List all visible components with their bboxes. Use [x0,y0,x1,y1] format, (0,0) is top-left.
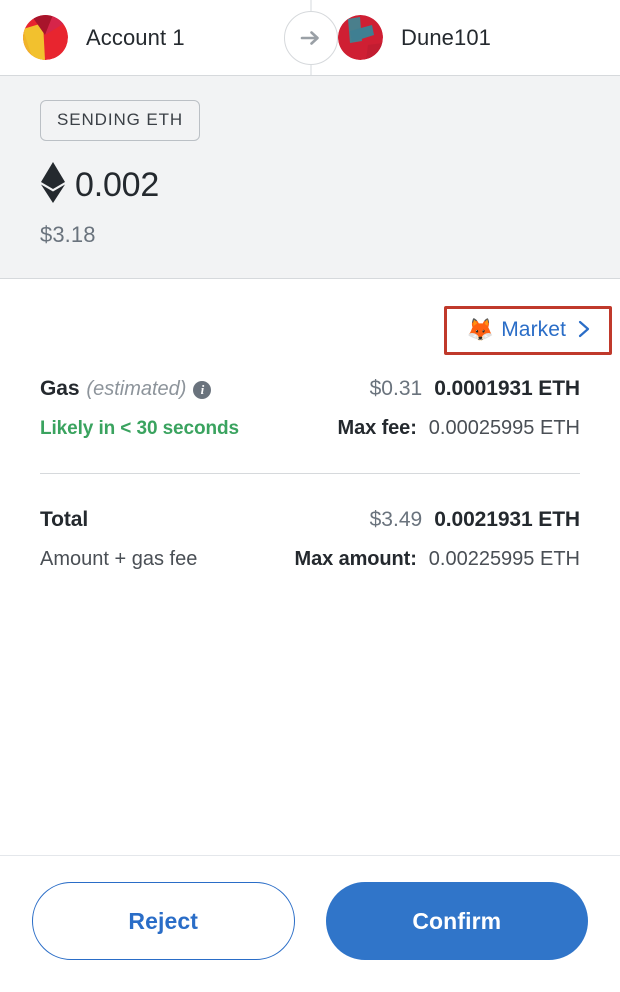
chevron-right-icon [577,319,591,342]
total-eth: 0.0021931 ETH [434,508,580,531]
amount-row: 0.002 [40,162,620,208]
max-fee-group: Max fee: 0.00025995 ETH [338,417,580,440]
gas-label: Gas [40,377,80,400]
send-amount-fiat: $3.18 [40,222,96,247]
sending-summary-panel: SENDING ETH 0.002 $3.18 [0,76,620,279]
max-fee-value: 0.00025995 ETH [428,417,580,439]
gas-eth: 0.0001931 ETH [434,377,580,400]
gas-secondary-row: Likely in < 30 seconds Max fee: 0.000259… [40,417,580,440]
connector-line-top [310,0,312,11]
market-row: 🦊 Market [0,279,620,355]
reject-button[interactable]: Reject [32,882,295,960]
info-icon[interactable]: i [193,381,212,399]
arrow-right-icon [284,11,338,65]
gas-primary-row: Gas (estimated) i $0.31 0.0001931 ETH [40,377,580,401]
transaction-confirmation-screen: Account 1 Dune101 SENDING ETH 0.002 $3.1… [0,0,620,992]
recipient-account-name: Dune101 [401,24,491,50]
recipient-account[interactable]: Dune101 [338,15,491,60]
total-primary-row: Total $3.49 0.0021931 ETH [40,508,580,532]
gas-block: Gas (estimated) i $0.31 0.0001931 ETH Li… [40,355,580,440]
connector-line-bottom [310,65,312,76]
total-secondary-row: Amount + gas fee Max amount: 0.00225995 … [40,548,580,571]
max-amount-value: 0.00225995 ETH [428,548,580,570]
total-fiat: $3.49 [369,508,423,531]
ethereum-diamond-icon [40,162,66,208]
total-label: Total [40,508,89,531]
gas-fiat: $0.31 [369,377,423,400]
account-header: Account 1 Dune101 [0,0,620,76]
send-amount: 0.002 [75,166,160,204]
total-value-group: $3.49 0.0021931 ETH [370,508,580,532]
total-block: Total $3.49 0.0021931 ETH Amount + gas f… [40,474,580,571]
max-amount-label: Max amount: [294,548,417,570]
market-button-label: Market [501,318,566,341]
max-amount-group: Max amount: 0.00225995 ETH [295,548,580,571]
total-sub-label: Amount + gas fee [40,548,198,570]
sender-account[interactable]: Account 1 [23,15,185,60]
total-details: Total $3.49 0.0021931 ETH Amount + gas f… [0,474,620,571]
transaction-details: Gas (estimated) i $0.31 0.0001931 ETH Li… [0,355,620,440]
jazzicon-account-1 [23,15,68,60]
sender-account-name: Account 1 [86,24,185,50]
market-button[interactable]: 🦊 Market [446,309,609,352]
sending-token-badge: SENDING ETH [40,100,201,141]
max-fee-label: Max fee: [337,417,417,439]
gas-speed-estimate: Likely in < 30 seconds [40,418,239,439]
transfer-arrow-connector [284,0,338,76]
jazzicon-dune101 [338,15,383,60]
gas-label-group: Gas (estimated) i [40,377,212,401]
gas-estimated-note: (estimated) [86,377,187,400]
fox-icon: 🦊 [466,317,495,342]
action-footer: Reject Confirm [0,855,620,992]
confirm-button[interactable]: Confirm [325,882,588,960]
gas-value-group: $0.31 0.0001931 ETH [370,377,580,401]
market-highlight-box: 🦊 Market [443,306,612,355]
